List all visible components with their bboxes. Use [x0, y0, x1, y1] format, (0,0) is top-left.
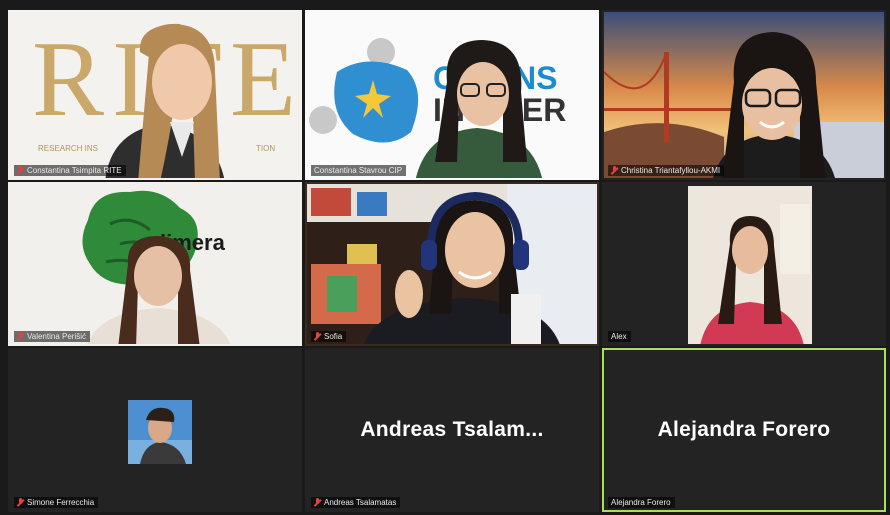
participant-tile-sofia[interactable]: Sofia: [305, 182, 599, 346]
participant-tile-alex[interactable]: Alex: [602, 182, 886, 346]
name-label: Alex: [608, 331, 631, 342]
participant-video-avatar: [87, 236, 231, 344]
participant-name: Valentina Perišić: [27, 332, 86, 341]
participant-video-avatar: [416, 40, 542, 178]
participant-tile-alejandra-forero[interactable]: Alejandra Forero Alejandra Forero: [602, 348, 886, 512]
name-label: Andreas Tsalamatas: [311, 497, 401, 508]
participant-display-name: Alejandra Forero: [657, 418, 831, 441]
participant-tile-constantina-stavrou[interactable]: CI ENS IN VER Constantina Stavrou CIP: [305, 10, 599, 180]
name-label: Christina Triantafyllou-AKMI: [608, 165, 725, 176]
participant-video-avatar: [364, 191, 560, 344]
participant-name: Alejandra Forero: [611, 498, 671, 507]
name-label: Constantina Stavrou CIP: [311, 165, 407, 176]
muted-mic-icon: [314, 332, 321, 341]
participant-name: Alex: [611, 332, 627, 341]
participant-display-name: Andreas Tsalam...: [360, 418, 544, 441]
name-label: Sofia: [311, 331, 347, 342]
name-label: Constantina Tsimpita RITE: [14, 165, 126, 176]
participant-video-avatar: [713, 32, 835, 178]
participant-name: Sofia: [324, 332, 343, 341]
participant-tile-andreas-tsalamatas[interactable]: Andreas Tsalam... Andreas Tsalamatas: [305, 348, 599, 512]
name-label: Simone Ferrecchia: [14, 497, 99, 508]
video-grid: RITE RESEARCH INS TION Constantina Tsimp…: [8, 10, 886, 512]
muted-mic-icon: [611, 166, 618, 175]
name-label: Alejandra Forero: [608, 497, 675, 508]
participant-name: Christina Triantafyllou-AKMI: [621, 166, 721, 175]
participant-name: Constantina Tsimpita RITE: [27, 166, 122, 175]
participant-name: Constantina Stavrou CIP: [314, 166, 403, 175]
participant-tile-valentina-perisic[interactable]: limera Valentina Perišić: [8, 182, 302, 346]
participant-tile-simone-ferrecchia[interactable]: Simone Ferrecchia: [8, 348, 302, 512]
participant-tile-christina-triantafyllou[interactable]: Christina Triantafyllou-AKMI: [602, 10, 886, 180]
muted-mic-icon: [17, 332, 24, 341]
participant-video-avatar: [105, 23, 225, 178]
muted-mic-icon: [17, 166, 24, 175]
participant-video-avatar: [688, 186, 812, 344]
name-label: Valentina Perišić: [14, 331, 90, 342]
muted-mic-icon: [314, 498, 321, 507]
participant-name: Andreas Tsalamatas: [324, 498, 397, 507]
profile-picture-avatar: [128, 400, 192, 464]
participant-name: Simone Ferrecchia: [27, 498, 95, 507]
muted-mic-icon: [17, 498, 24, 507]
participant-tile-constantina-tsimpita[interactable]: RITE RESEARCH INS TION Constantina Tsimp…: [8, 10, 302, 180]
